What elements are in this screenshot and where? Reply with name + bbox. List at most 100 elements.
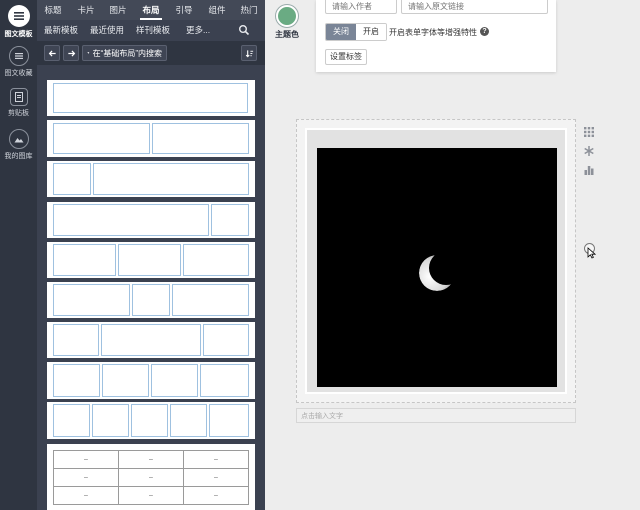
template-panel: 标题 卡片 图片 布局 引导 组件 热门 最新模板 最近使用 样刊模板 更多..…: [37, 0, 265, 510]
enhance-toggle: 关闭 开启: [325, 23, 387, 41]
layout-cell: [53, 163, 91, 195]
help-icon[interactable]: ?: [480, 27, 489, 36]
layout-cell: [53, 284, 130, 316]
layout-cell: [53, 364, 100, 397]
subtab-recent[interactable]: 最近使用: [90, 20, 124, 40]
moon-photo[interactable]: [317, 148, 557, 387]
layout-cell: [92, 404, 129, 437]
table-cell: –: [118, 486, 184, 505]
layout-template-3col[interactable]: [47, 242, 255, 278]
search-icon[interactable]: [238, 24, 250, 36]
article-settings: 关闭 开启 开启表单字体等增强特性 ? 设置标签: [316, 0, 556, 72]
theme-color-swatch: [276, 5, 298, 27]
layout-template-table[interactable]: – – – – – – – – –: [47, 444, 255, 510]
layout-template-1-2-1[interactable]: [47, 322, 255, 358]
layout-cell: [53, 83, 248, 113]
layout-template-3-1[interactable]: [47, 202, 255, 238]
crescent-moon: [419, 255, 455, 291]
rail-item-favorites[interactable]: 图文收藏: [0, 46, 37, 78]
table-cell: –: [183, 486, 249, 505]
rail-item-label: 我的图库: [4, 153, 33, 160]
table-cell: –: [118, 468, 184, 487]
toggle-on-button[interactable]: 开启: [356, 24, 386, 40]
layout-cell: [151, 364, 198, 397]
table-preview: – – – – – – – – –: [53, 450, 249, 505]
layout-cell: [118, 244, 181, 276]
table-row: – – –: [53, 486, 249, 505]
left-rail: 图文模板 图文收藏 剪贴板 我的图库: [0, 0, 37, 510]
image-frame[interactable]: [296, 119, 576, 403]
rail-item-templates[interactable]: 图文模板: [0, 5, 37, 39]
layout-cell: [132, 284, 170, 316]
arrow-right-icon: [67, 50, 75, 56]
layout-template-2-1-2[interactable]: [47, 282, 255, 318]
table-cell: –: [53, 486, 119, 505]
layout-cell: [211, 204, 249, 236]
layout-cell: [200, 364, 249, 397]
table-cell: –: [53, 468, 119, 487]
forward-button[interactable]: [63, 45, 79, 61]
tab-image[interactable]: 图片: [106, 0, 130, 20]
clipboard-icon: [9, 88, 28, 106]
layout-cell: [53, 204, 209, 236]
set-tags-button[interactable]: 设置标签: [325, 49, 367, 65]
layout-cell: [53, 123, 150, 154]
caption-input[interactable]: 点击输入文字: [296, 408, 576, 423]
menu-icon: [7, 5, 30, 27]
enhance-option-label: 开启表单字体等增强特性: [389, 28, 477, 37]
author-input[interactable]: [325, 0, 397, 14]
rail-item-clipboard[interactable]: 剪贴板: [0, 88, 37, 118]
source-link-input[interactable]: [401, 0, 548, 14]
layout-cell: [152, 123, 249, 154]
table-cell: –: [53, 450, 119, 469]
bar-chart-icon[interactable]: [583, 164, 595, 176]
tab-popular[interactable]: 热门: [237, 0, 261, 20]
theme-color-button[interactable]: 主题色: [272, 5, 302, 40]
tab-title[interactable]: 标题: [41, 0, 65, 20]
toggle-off-button[interactable]: 关闭: [326, 24, 356, 40]
tab-layout[interactable]: 布局: [138, 0, 164, 20]
layout-cell: [172, 284, 249, 316]
table-row: – – –: [53, 468, 249, 487]
layout-template-2col[interactable]: [47, 120, 255, 157]
cursor-icon: [587, 247, 596, 259]
category-tabs: 标题 卡片 图片 布局 引导 组件 热门: [37, 0, 265, 20]
filter-icon: [87, 52, 90, 54]
table-row: – – –: [53, 450, 249, 469]
back-button[interactable]: [44, 45, 60, 61]
rail-item-gallery[interactable]: 我的图库: [0, 129, 37, 161]
layout-template-5col[interactable]: [47, 402, 255, 439]
layout-template-1-3[interactable]: [47, 161, 255, 197]
scoped-search-button[interactable]: 在“基础布局”内搜索: [82, 45, 167, 61]
template-subtabs: 最新模板 最近使用 样刊模板 更多...: [37, 20, 265, 40]
layout-cell: [209, 404, 249, 437]
layout-cell: [183, 244, 249, 276]
arrow-left-icon: [48, 50, 56, 56]
snowflake-icon[interactable]: [583, 145, 595, 157]
subtab-sample[interactable]: 样刊模板: [136, 20, 170, 40]
theme-color-label: 主题色: [275, 30, 299, 39]
subtab-more[interactable]: 更多...: [186, 20, 210, 40]
rail-item-label: 图文模板: [4, 31, 33, 38]
layout-cell: [170, 404, 207, 437]
rail-item-label: 剪贴板: [8, 110, 29, 117]
scoped-search-label: 在“基础布局”内搜索: [92, 48, 162, 58]
image-icon: [8, 129, 29, 149]
layout-cell: [93, 163, 249, 195]
tab-card[interactable]: 卡片: [74, 0, 98, 20]
grid-icon[interactable]: [583, 126, 595, 138]
subtab-latest[interactable]: 最新模板: [44, 20, 78, 40]
layout-cell: [203, 324, 249, 356]
table-cell: –: [183, 468, 249, 487]
list-icon: [8, 46, 29, 66]
sort-icon: [245, 49, 253, 57]
tab-components[interactable]: 组件: [205, 0, 229, 20]
layout-cell: [53, 244, 116, 276]
layout-template-1col[interactable]: [47, 80, 255, 116]
table-cell: –: [183, 450, 249, 469]
tab-guide[interactable]: 引导: [172, 0, 196, 20]
layout-template-4col[interactable]: [47, 362, 255, 399]
sort-button[interactable]: [241, 45, 257, 61]
layout-cell: [53, 404, 90, 437]
rail-item-label: 图文收藏: [4, 70, 33, 77]
